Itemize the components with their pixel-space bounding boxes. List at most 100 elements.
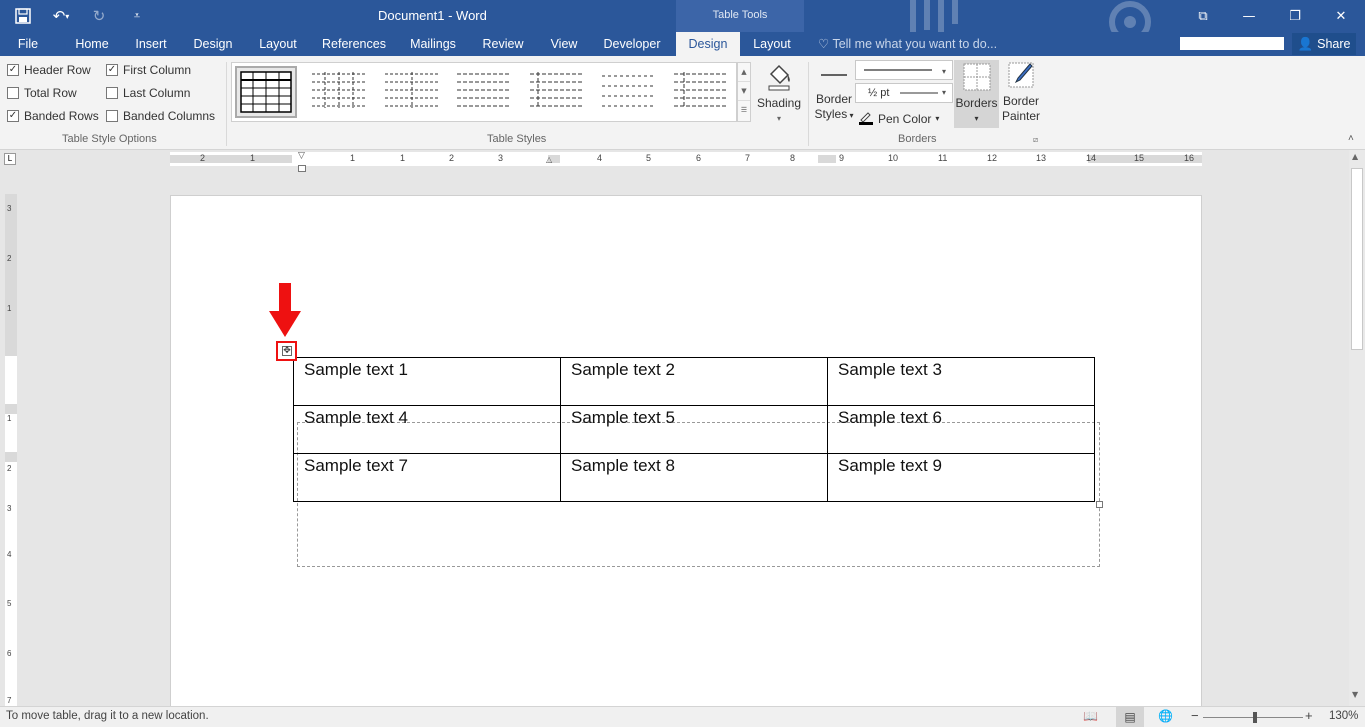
checkbox-box — [7, 87, 19, 99]
tab-mailings[interactable]: Mailings — [402, 32, 464, 56]
table-cell[interactable]: Sample text 1 — [293, 357, 561, 406]
web-layout-icon[interactable]: 🌐 — [1158, 709, 1173, 723]
ruler-mark: 5 — [7, 599, 12, 608]
indent-marker-icon[interactable]: ▽ — [298, 151, 305, 161]
tab-layout-doc[interactable]: Layout — [251, 32, 305, 56]
zoom-slider-thumb[interactable] — [1253, 712, 1257, 723]
gallery-more-icon[interactable]: ☰ — [738, 101, 750, 120]
table-style-dashed-4[interactable] — [526, 66, 588, 118]
borders-dropdown-icon: ▾ — [974, 114, 979, 123]
tab-home[interactable]: Home — [66, 32, 118, 56]
borders-dialog-launcher-icon[interactable]: ⧄ — [1033, 135, 1038, 145]
tab-references[interactable]: References — [318, 32, 390, 56]
tab-marker-icon[interactable]: △ — [546, 155, 552, 164]
tab-design-doc[interactable]: Design — [186, 32, 240, 56]
status-message: To move table, drag it to a new location… — [6, 710, 209, 722]
scroll-up-icon[interactable]: ▲ — [1352, 152, 1358, 161]
zoom-out-icon[interactable]: − — [1191, 708, 1199, 723]
print-layout-icon[interactable]: ▤ — [1116, 707, 1144, 727]
table-style-dashed-2[interactable] — [381, 66, 443, 118]
table-cell[interactable]: Sample text 8 — [560, 453, 828, 502]
ruler-mark: 10 — [888, 153, 899, 163]
left-indent-marker[interactable] — [298, 165, 306, 172]
table-row: Sample text 7 Sample text 8 Sample text … — [293, 453, 1095, 502]
table-style-dashed-5[interactable] — [598, 66, 660, 118]
shading-button[interactable]: Shading ▾ — [754, 60, 804, 126]
tell-me-search[interactable]: ♡ Tell me what you want to do... — [818, 36, 997, 51]
table-cell[interactable]: Sample text 9 — [827, 453, 1095, 502]
scroll-down-icon[interactable]: ▼ — [1352, 690, 1358, 699]
ruler-mark: 7 — [7, 696, 12, 705]
restore-icon[interactable]: ❐ — [1272, 0, 1318, 32]
table-cell[interactable]: Sample text 3 — [827, 357, 1095, 406]
ruler-mark: 2 — [200, 153, 206, 163]
gallery-up-icon[interactable]: ▲ — [738, 63, 750, 82]
ribbon-display-options-icon[interactable]: ⧉ — [1180, 0, 1226, 32]
redo-icon[interactable]: ↻ — [84, 4, 114, 28]
tab-developer[interactable]: Developer — [597, 32, 667, 56]
share-button[interactable]: 👤 Share — [1292, 33, 1356, 55]
table-move-handle[interactable]: ✥ — [276, 341, 297, 361]
checkbox-box: ✓ — [7, 110, 19, 122]
document-table[interactable]: Sample text 1 Sample text 2 Sample text … — [293, 357, 1095, 502]
table-cell[interactable]: Sample text 4 — [293, 405, 561, 454]
close-icon[interactable]: ✕ — [1318, 0, 1364, 32]
undo-icon[interactable]: ↶ ▾ — [46, 4, 76, 28]
zoom-level[interactable]: 130% — [1329, 710, 1358, 722]
tab-review[interactable]: Review — [477, 32, 529, 56]
account-name-box[interactable] — [1180, 37, 1284, 50]
line-weight-dropdown[interactable]: ½ pt ▾ — [855, 83, 953, 103]
tab-table-layout[interactable]: Layout — [742, 32, 802, 56]
table-resize-handle[interactable] — [1096, 501, 1103, 508]
ruler-mark: 9 — [839, 153, 845, 163]
ruler-mark: 6 — [696, 153, 702, 163]
table-cell[interactable]: Sample text 5 — [560, 405, 828, 454]
tab-insert[interactable]: Insert — [128, 32, 174, 56]
banded-rows-checkbox[interactable]: ✓ Banded Rows — [7, 109, 99, 123]
vertical-ruler[interactable]: 3 2 1 1 2 3 4 5 6 7 — [5, 194, 17, 706]
tab-selector-icon[interactable]: L — [4, 153, 16, 165]
table-cell[interactable]: Sample text 6 — [827, 405, 1095, 454]
table-cell[interactable]: Sample text 7 — [293, 453, 561, 502]
tab-table-design[interactable]: Design — [676, 32, 740, 56]
tab-file[interactable]: File — [8, 32, 48, 56]
border-styles-button[interactable]: Border Styles ▾ — [812, 68, 856, 123]
last-column-checkbox[interactable]: Last Column — [106, 86, 190, 100]
read-mode-icon[interactable]: 📖 — [1083, 709, 1098, 723]
table-style-grid[interactable] — [235, 66, 297, 118]
horizontal-ruler[interactable]: 2 1 1 1 2 3 4 5 6 7 8 9 10 11 12 13 14 1… — [170, 151, 1202, 166]
banded-columns-checkbox[interactable]: Banded Columns — [106, 109, 215, 123]
ruler-mark: 3 — [7, 204, 12, 213]
minimize-icon[interactable]: — — [1226, 0, 1272, 32]
borders-button[interactable]: Borders ▾ — [954, 60, 999, 128]
gallery-scroll[interactable]: ▲ ▼ ☰ — [737, 62, 751, 122]
paint-bucket-icon — [754, 60, 804, 96]
header-row-checkbox[interactable]: ✓ Header Row — [7, 63, 91, 77]
customize-icon[interactable]: ⩡ — [122, 4, 152, 28]
line-style-dropdown[interactable]: ▾ — [855, 60, 953, 80]
table-style-dashed-6[interactable] — [670, 66, 732, 118]
checkbox-box: ✓ — [106, 64, 118, 76]
tab-view[interactable]: View — [542, 32, 586, 56]
total-row-checkbox[interactable]: Total Row — [7, 86, 77, 100]
table-row: Sample text 4 Sample text 5 Sample text … — [293, 405, 1095, 454]
ruler-mark: 11 — [938, 153, 948, 163]
border-painter-icon — [1000, 60, 1042, 94]
gallery-down-icon[interactable]: ▼ — [738, 82, 750, 101]
table-style-dashed-1[interactable] — [308, 66, 370, 118]
ruler-mark: 16 — [1184, 153, 1195, 163]
table-cell[interactable]: Sample text 2 — [560, 357, 828, 406]
ruler-mark: 4 — [7, 550, 12, 559]
pen-color-button[interactable]: Pen Color ▾ — [858, 109, 939, 128]
shading-dropdown-icon: ▾ — [776, 114, 781, 123]
collapse-ribbon-icon[interactable]: ˄ — [1348, 133, 1354, 144]
ruler-mark: 1 — [250, 153, 256, 163]
ruler-mark: 8 — [790, 153, 796, 163]
border-painter-button[interactable]: Border Painter — [1000, 60, 1042, 124]
first-column-checkbox[interactable]: ✓ First Column — [106, 63, 191, 77]
ruler-mark: 1 — [350, 153, 356, 163]
save-icon[interactable] — [8, 4, 38, 28]
table-style-dashed-3[interactable] — [453, 66, 515, 118]
zoom-in-icon[interactable]: + — [1305, 708, 1313, 723]
scrollbar-thumb[interactable] — [1351, 168, 1363, 350]
